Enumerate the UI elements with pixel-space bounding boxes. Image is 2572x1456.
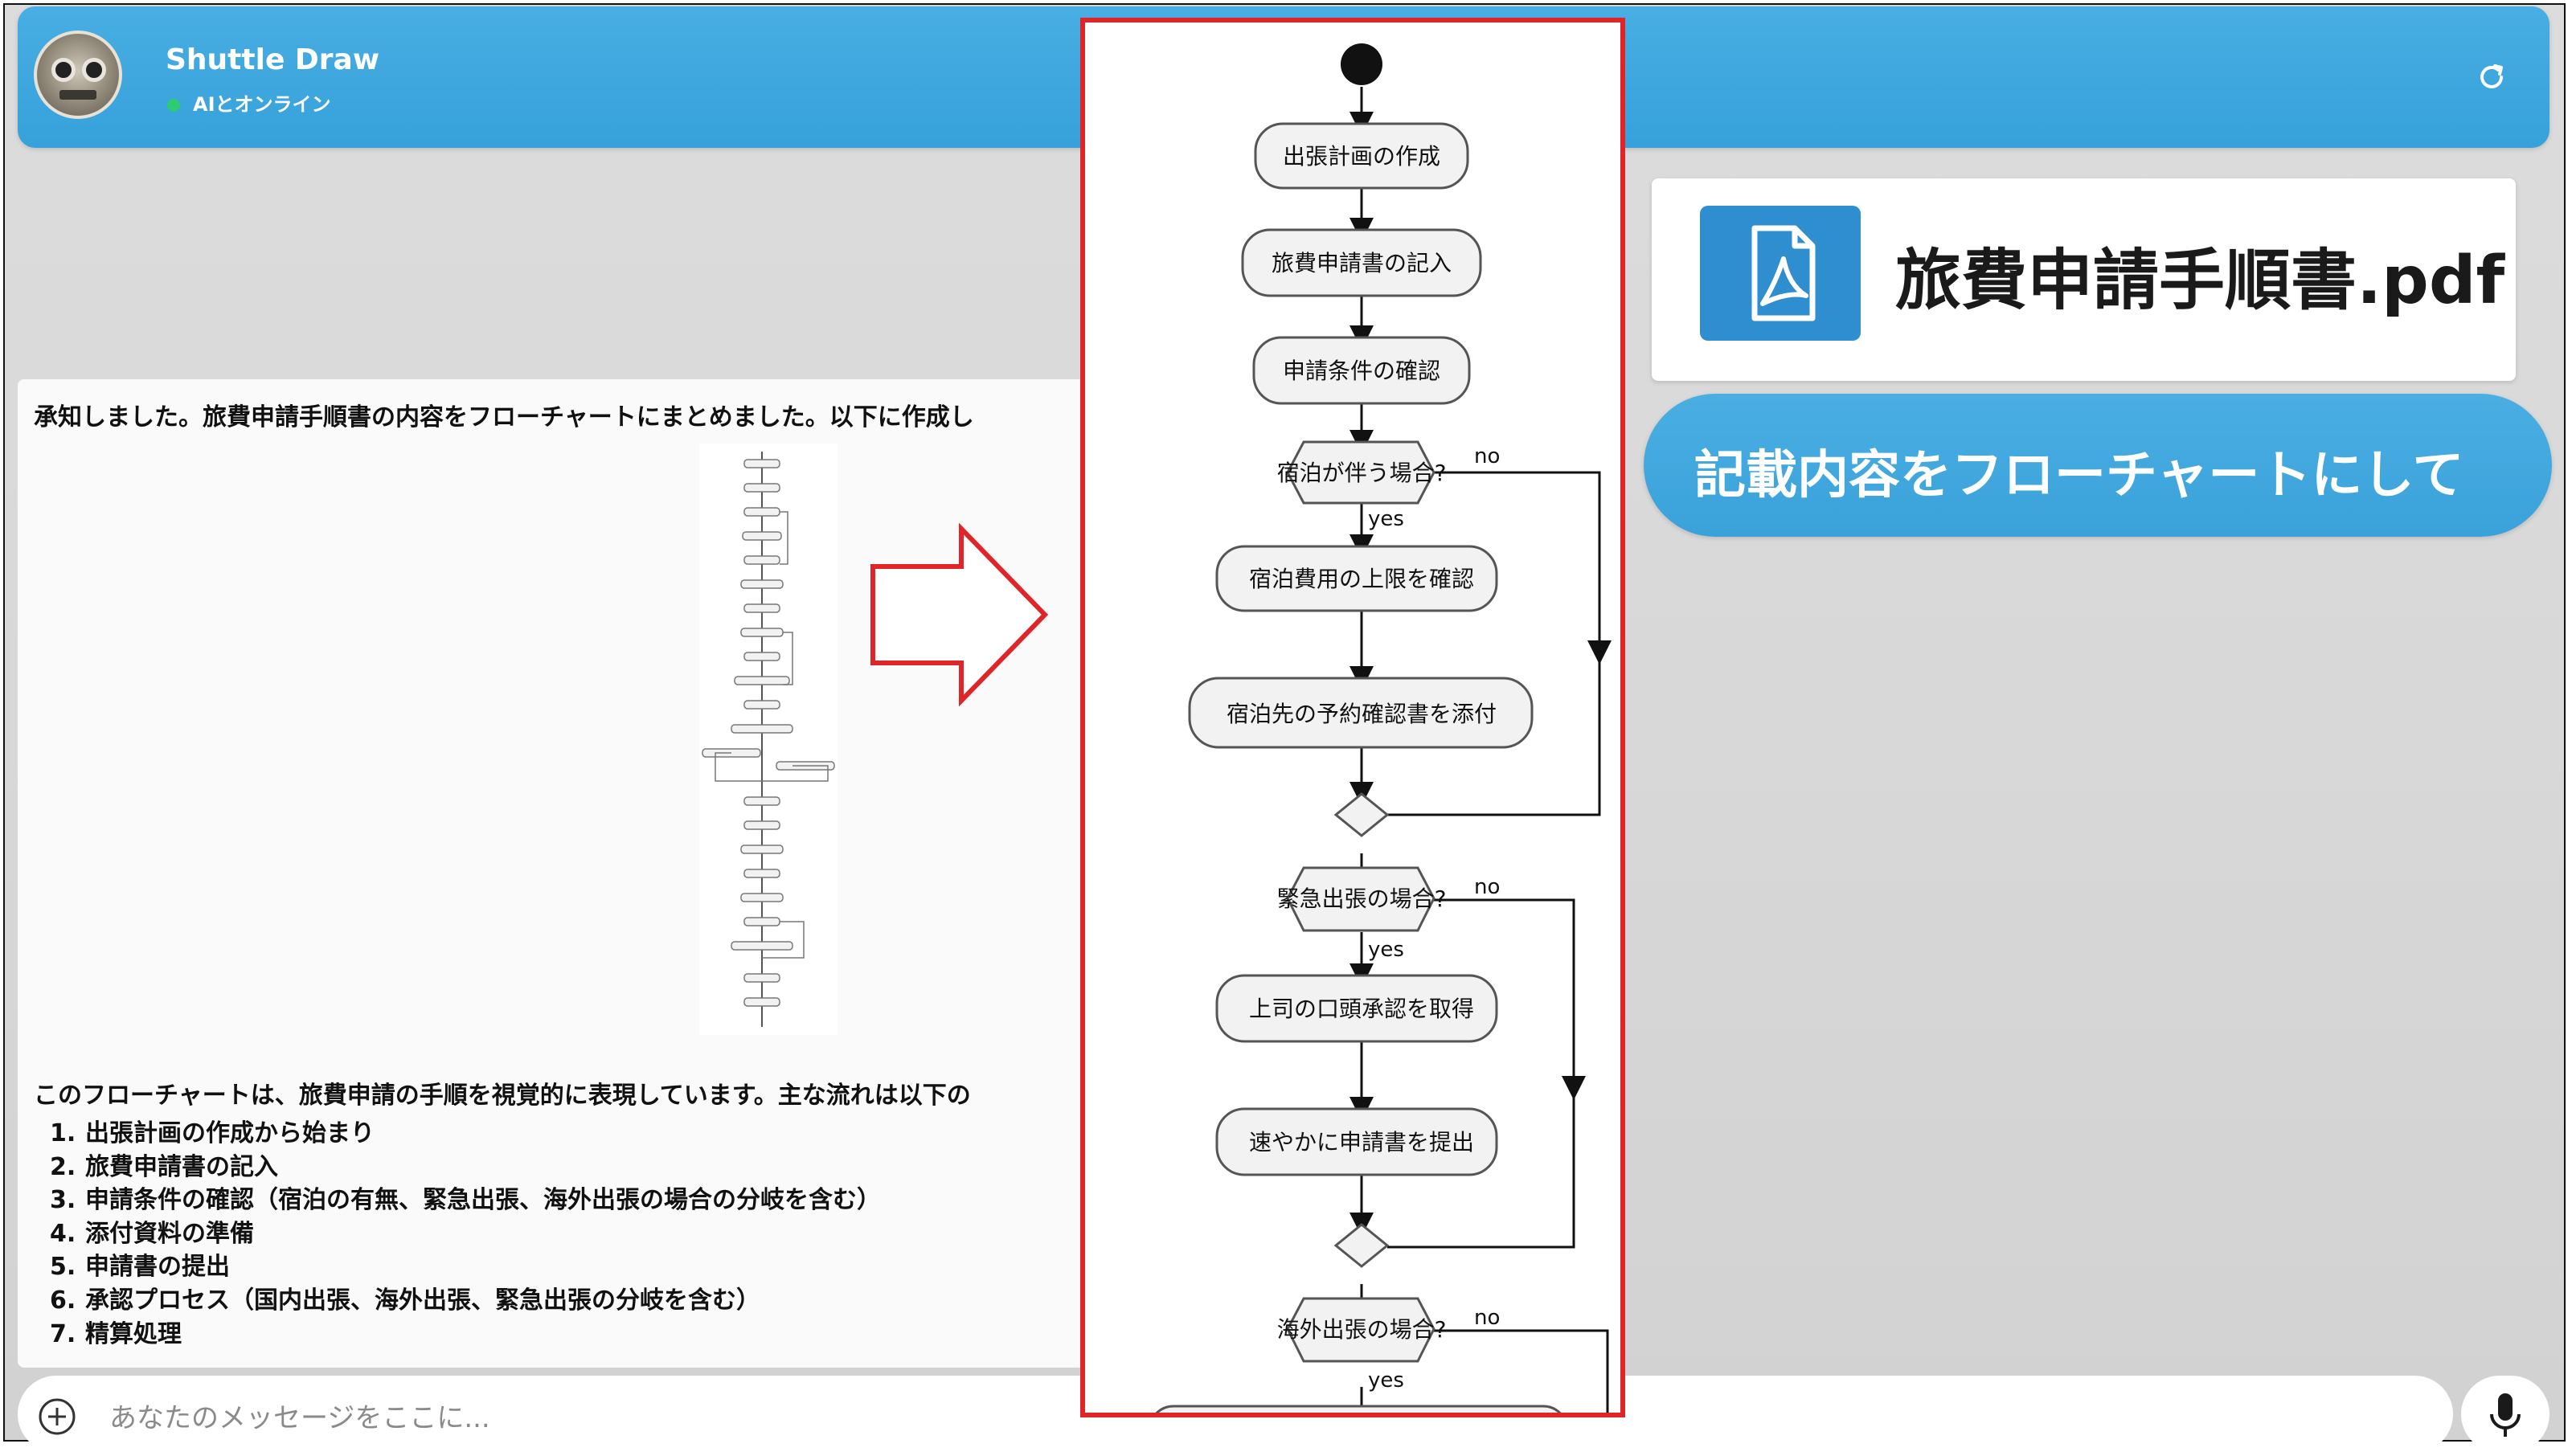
- message-input[interactable]: あなたのメッセージをここに...: [109, 1396, 490, 1435]
- attachment-file-name: 旅費申請手順書.pdf: [1895, 243, 2505, 319]
- flow-yes-2: yes: [1368, 938, 1404, 962]
- flowchart-thumbnail[interactable]: [699, 444, 838, 1035]
- flow-no-2: no: [1474, 875, 1500, 899]
- avatar-left-eye: [51, 58, 76, 82]
- assistant-summary-text: このフローチャートは、旅費申請の手順を視覚的に表現しています。主な流れは以下の: [34, 1082, 971, 1110]
- bot-avatar: [34, 31, 122, 119]
- list-item: 3. 申請条件の確認（宿泊の有無、緊急出張、海外出張の場合の分岐を含む）: [50, 1186, 881, 1215]
- right-arrow-icon: [870, 522, 1049, 707]
- avatar-mouth: [59, 90, 96, 100]
- list-item: 4. 添付資料の準備: [50, 1219, 254, 1248]
- list-item: 2. 旅費申請書の記入: [50, 1152, 278, 1181]
- flow-merge-2: [1333, 1223, 1390, 1268]
- flow-label-n3: 申請条件の確認: [1283, 358, 1440, 384]
- flow-yes-3: yes: [1368, 1368, 1404, 1393]
- online-status-text: AIとオンライン: [193, 93, 331, 116]
- list-item: 5. 申請書の提出: [50, 1253, 230, 1282]
- assistant-intro-text: 承知しました。旅費申請手順書の内容をフローチャートにまとめました。以下に作成し: [34, 403, 974, 431]
- mic-icon: [2490, 1393, 2521, 1437]
- flow-label-n1: 出張計画の作成: [1283, 143, 1440, 170]
- list-item: 6. 承認プロセス（国内出張、海外出張、緊急出張の分岐を含む）: [50, 1286, 760, 1315]
- refresh-icon[interactable]: [2476, 61, 2508, 93]
- mic-button[interactable]: [2461, 1376, 2549, 1453]
- online-status-dot: [167, 99, 180, 112]
- app-title: Shuttle Draw: [166, 43, 380, 76]
- flow-label-n5: 宿泊先の予約確認書を添付: [1227, 701, 1497, 727]
- steps-list: 1. 出張計画の作成から始まり 2. 旅費申請書の記入 3. 申請条件の確認（宿泊の有…: [50, 1117, 881, 1351]
- list-item: 1. 出張計画の作成から始まり: [50, 1119, 375, 1147]
- list-item: 7. 精算処理: [50, 1319, 182, 1348]
- flow-label-n2: 旅費申請書の記入: [1272, 250, 1452, 276]
- flow-no-1: no: [1474, 444, 1500, 468]
- flowchart-diagram: 出張計画の作成 旅費申請書の記入 申請条件の確認 宿泊が伴う場合? 宿泊費用の上…: [1155, 43, 1612, 1413]
- add-attachment-icon[interactable]: [37, 1397, 77, 1437]
- flow-label-n6: 上司の口頭承認を取得: [1249, 996, 1474, 1022]
- flow-merge-1: [1333, 792, 1390, 837]
- flow-label-n7: 速やかに申請書を提出: [1249, 1129, 1474, 1155]
- flow-label-d2: 緊急出張の場合?: [1277, 885, 1447, 912]
- avatar-right-eye: [82, 58, 106, 82]
- pdf-icon: [1700, 206, 1861, 341]
- flow-label-d1: 宿泊が伴う場合?: [1277, 460, 1447, 486]
- flow-yes-1: yes: [1368, 507, 1404, 531]
- flow-no-3: no: [1474, 1306, 1500, 1330]
- flow-label-n4: 宿泊費用の上限を確認: [1249, 566, 1474, 592]
- flowchart-zoom: 出張計画の作成 旅費申請書の記入 申請条件の確認 宿泊が伴う場合? 宿泊費用の上…: [1080, 18, 1625, 1417]
- user-message-text: 記載内容をフローチャートにして: [1694, 446, 2464, 505]
- flow-label-d3: 海外出張の場合?: [1277, 1316, 1447, 1343]
- start-node: [1341, 43, 1382, 85]
